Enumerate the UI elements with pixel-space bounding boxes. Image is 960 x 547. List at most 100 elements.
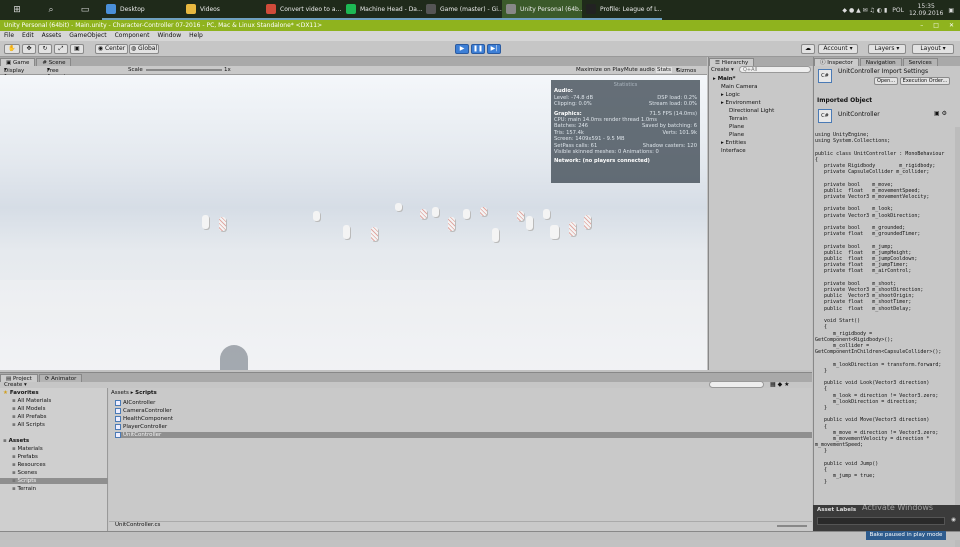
- tab-services[interactable]: Services: [902, 58, 938, 66]
- execution-order-button[interactable]: Execution Order...: [900, 77, 950, 85]
- taskbar-task[interactable]: Machine Head - Da...: [342, 0, 422, 20]
- file-item[interactable]: UnitController: [115, 432, 812, 438]
- project-search-input[interactable]: [709, 381, 764, 388]
- hierarchy-item[interactable]: ▸ Environment: [721, 100, 761, 106]
- asset-label-icon[interactable]: ◉: [951, 517, 956, 523]
- clock[interactable]: 15:35 12.09.2016: [909, 3, 943, 17]
- project-tree-item[interactable]: ▪ All Materials: [12, 398, 51, 404]
- project-filter-icons[interactable]: ▦ ◆ ★: [770, 381, 789, 388]
- icon-size-slider[interactable]: [777, 525, 807, 527]
- breadcrumb-scripts[interactable]: Scripts: [135, 390, 157, 396]
- hierarchy-search-input[interactable]: Q+All: [739, 66, 811, 73]
- file-item[interactable]: PlayerController: [115, 424, 812, 430]
- menu-item-assets[interactable]: Assets: [42, 31, 62, 41]
- hierarchy-item-label: Entities: [725, 140, 747, 146]
- hierarchy-item[interactable]: Plane: [729, 132, 744, 138]
- project-tree-item[interactable]: ▪ All Models: [12, 406, 45, 412]
- taskbar-task[interactable]: Game (master) - Gi...: [422, 0, 502, 20]
- file-item[interactable]: AIController: [115, 400, 812, 406]
- taskbar-task[interactable]: Profile: League of L...: [582, 0, 662, 20]
- display-dropdown[interactable]: Display 1 ▾: [4, 67, 24, 80]
- menu-item-help[interactable]: Help: [189, 31, 203, 41]
- file-item[interactable]: HealthComponent: [115, 416, 812, 422]
- tab-navigation[interactable]: Navigation: [859, 58, 902, 66]
- project-tree-item[interactable]: ▪ Terrain: [12, 486, 36, 492]
- tab-scene[interactable]: # Scene: [36, 58, 72, 66]
- project-tree-item[interactable]: ★ Favorites: [3, 390, 39, 396]
- menu-item-edit[interactable]: Edit: [22, 31, 34, 41]
- project-tree-item[interactable]: ▪ Scenes: [12, 470, 37, 476]
- minimize-icon[interactable]: –: [920, 20, 923, 31]
- taskbar-task[interactable]: Unity Personal (64b...: [502, 0, 582, 20]
- stats-toggle[interactable]: Stats: [656, 67, 673, 73]
- cloud-icon[interactable]: ☁: [801, 44, 815, 54]
- rect-tool-icon[interactable]: ▣: [70, 44, 84, 54]
- inspector-scrollbar[interactable]: [955, 127, 960, 547]
- close-icon[interactable]: ✕: [949, 20, 954, 31]
- game-view-toolbar: Display 1 ▾ Free Aspect ▾ Scale 1x Maxim…: [0, 66, 707, 80]
- scale-tool-icon[interactable]: ⤢: [54, 44, 68, 54]
- pivot-global-button[interactable]: ◍ Global: [129, 44, 159, 54]
- open-button[interactable]: Open...: [874, 77, 898, 85]
- hierarchy-item[interactable]: Terrain: [729, 116, 748, 122]
- project-tree-label: All Prefabs: [17, 414, 47, 420]
- file-item-label: UnitController: [123, 432, 162, 438]
- stat-stream: Stream load: 0.0%: [648, 101, 697, 108]
- step-button[interactable]: ▶|: [487, 44, 501, 54]
- object-settings-icon[interactable]: ▣ ⚙: [934, 110, 947, 117]
- language-indicator[interactable]: POL: [892, 7, 904, 14]
- hierarchy-item[interactable]: Plane: [729, 124, 744, 130]
- hand-tool-icon[interactable]: ✋: [4, 44, 20, 54]
- project-tree-item[interactable]: ▪ All Prefabs: [12, 414, 46, 420]
- play-button[interactable]: ▶: [455, 44, 469, 54]
- tab-hierarchy[interactable]: ☰ Hierarchy: [709, 58, 755, 66]
- tray-icons[interactable]: ◆ ● ▲ ✉ ♫ ◐ ▮: [842, 7, 887, 14]
- hierarchy-item[interactable]: ▸ Entities: [721, 140, 746, 146]
- pivot-center-button[interactable]: ◉ Center: [95, 44, 128, 54]
- project-tree-item[interactable]: ▪ Materials: [12, 446, 43, 452]
- maximize-icon[interactable]: □: [933, 20, 939, 31]
- menu-item-file[interactable]: File: [4, 31, 14, 41]
- scale-slider[interactable]: [146, 69, 222, 71]
- project-tree-item[interactable]: ▪ Resources: [12, 462, 46, 468]
- project-tree-item[interactable]: ▪ Prefabs: [12, 454, 38, 460]
- layers-dropdown[interactable]: Layers ▾: [868, 44, 906, 54]
- rotate-tool-icon[interactable]: ↻: [38, 44, 52, 54]
- tab-project[interactable]: ▤ Project: [0, 374, 38, 382]
- file-item[interactable]: CameraController: [115, 408, 812, 414]
- project-tree-item[interactable]: ▪ Assets: [3, 438, 29, 444]
- hierarchy-create-button[interactable]: Create ▾: [711, 67, 734, 73]
- hierarchy-item[interactable]: ▸ Logic: [721, 92, 740, 98]
- layout-dropdown[interactable]: Layout ▾: [912, 44, 954, 54]
- menu-item-component[interactable]: Component: [115, 31, 150, 41]
- notification-icon[interactable]: ▣: [948, 7, 954, 14]
- gizmos-dropdown[interactable]: Gizmos ▾: [676, 67, 696, 74]
- breadcrumb-assets[interactable]: Assets: [111, 390, 129, 396]
- menu-item-gameobject[interactable]: GameObject: [69, 31, 106, 41]
- maximize-on-play-toggle[interactable]: Maximize on Play: [576, 67, 624, 73]
- project-tree-item[interactable]: ▪ All Scripts: [12, 422, 45, 428]
- task-view-icon[interactable]: ▭: [68, 0, 102, 20]
- file-item-label: AIController: [123, 400, 156, 406]
- tab-game[interactable]: ▣ Game: [0, 58, 36, 66]
- mute-audio-toggle[interactable]: Mute audio: [624, 67, 655, 73]
- aspect-dropdown[interactable]: Free Aspect ▾: [47, 67, 66, 80]
- pause-button[interactable]: ❚❚: [471, 44, 485, 54]
- search-icon[interactable]: ⌕: [34, 0, 68, 20]
- cs-script-icon: [115, 416, 121, 422]
- move-tool-icon[interactable]: ✥: [22, 44, 36, 54]
- hierarchy-item[interactable]: ▸ Main*: [713, 76, 736, 82]
- hierarchy-item[interactable]: Directional Light: [729, 108, 774, 114]
- tab-animator[interactable]: ⟳ Animator: [38, 374, 83, 382]
- taskbar-task[interactable]: Videos: [182, 0, 262, 20]
- taskbar-task[interactable]: Desktop: [102, 0, 182, 20]
- hierarchy-item[interactable]: Interface: [721, 148, 746, 154]
- hierarchy-item[interactable]: Main Camera: [721, 84, 757, 90]
- menu-item-window[interactable]: Window: [157, 31, 181, 41]
- tab-inspector[interactable]: ⓘ Inspector: [814, 58, 859, 66]
- asset-labels-input[interactable]: [817, 517, 945, 525]
- taskbar-task[interactable]: Convert video to a...: [262, 0, 342, 20]
- start-button[interactable]: ⊞: [0, 0, 34, 20]
- account-dropdown[interactable]: Account ▾: [818, 44, 858, 54]
- project-tree-item[interactable]: ▪ Scripts: [0, 478, 108, 484]
